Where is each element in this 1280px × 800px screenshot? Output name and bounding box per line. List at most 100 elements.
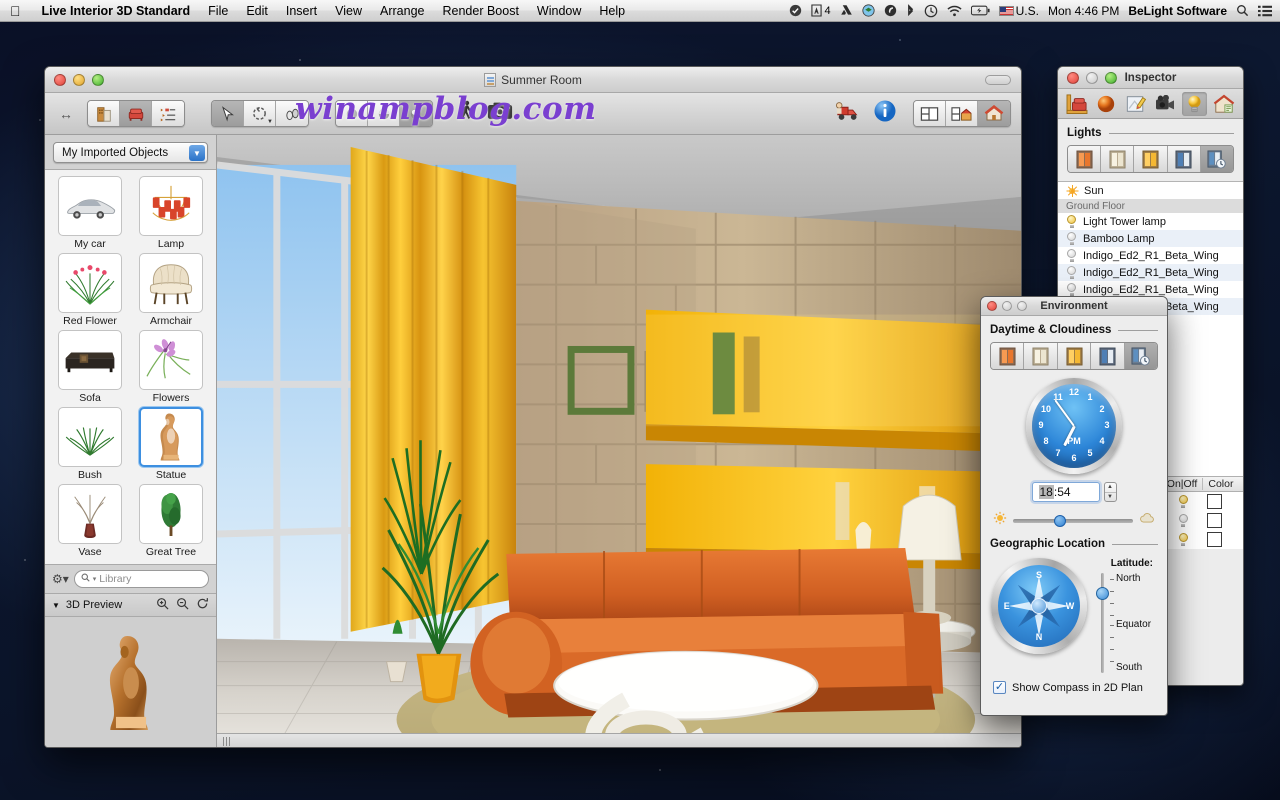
environment-titlebar[interactable]: Environment — [981, 297, 1167, 316]
library-item-sofa[interactable]: Sofa — [51, 330, 129, 404]
bulb-on-icon[interactable] — [1163, 533, 1203, 546]
google-drive-icon[interactable] — [840, 4, 853, 17]
list-item[interactable]: Indigo_Ed2_R1_Beta_Wing — [1058, 264, 1243, 281]
library-item-great-tree[interactable]: Great Tree — [132, 484, 210, 558]
light-preset-evening-icon[interactable] — [1134, 146, 1168, 172]
daytime-night-icon[interactable] — [1091, 343, 1125, 369]
list-item[interactable]: Indigo_Ed2_R1_Beta_Wing — [1058, 247, 1243, 264]
object-tab-icon[interactable] — [1064, 92, 1089, 116]
dropbox-icon[interactable] — [862, 4, 875, 17]
timemachine-icon[interactable] — [924, 4, 938, 18]
bulb-off-icon[interactable] — [1066, 232, 1077, 245]
plan-view-icon[interactable] — [914, 101, 946, 126]
list-item[interactable]: Light Tower lamp — [1058, 213, 1243, 230]
time-stepper[interactable]: ▲ ▼ — [1103, 482, 1117, 502]
bulb-off-icon[interactable] — [1066, 266, 1077, 279]
color-swatch[interactable] — [1203, 513, 1243, 528]
show-compass-row[interactable]: ✓ Show Compass in 2D Plan — [981, 673, 1167, 694]
light-tab-icon[interactable] — [1182, 91, 1208, 116]
inspector-titlebar[interactable]: Inspector — [1058, 67, 1243, 89]
color-swatch[interactable] — [1203, 494, 1243, 509]
wifi-icon[interactable] — [947, 5, 962, 17]
material-tab-icon[interactable] — [1094, 92, 1119, 116]
list-icon[interactable] — [1258, 5, 1272, 17]
latitude-knob[interactable] — [1096, 587, 1109, 600]
chevron-down-icon[interactable]: ▼ — [189, 145, 205, 161]
table-column-onoff[interactable]: On|Off — [1162, 478, 1204, 490]
battery-icon[interactable] — [970, 5, 990, 16]
color-swatch[interactable] — [1203, 532, 1243, 547]
time-input[interactable]: 18:54 — [1031, 482, 1100, 502]
library-item-lamp[interactable]: Lamp — [132, 176, 210, 250]
time-hours[interactable]: 18 — [1038, 485, 1054, 499]
daytime-sunny-icon[interactable] — [1057, 343, 1092, 369]
search-input[interactable]: ▾ Library — [73, 570, 209, 588]
site-tab-icon[interactable] — [1212, 92, 1237, 116]
menu-render-boost[interactable]: Render Boost — [433, 0, 527, 22]
bulb-on-icon[interactable] — [1163, 495, 1203, 508]
compass-icon[interactable]: S N E W — [991, 558, 1087, 654]
viewport-resize-grip[interactable] — [223, 737, 232, 746]
menu-file[interactable]: File — [199, 0, 237, 22]
bluetooth-icon[interactable] — [906, 3, 915, 18]
zoom-in-icon[interactable] — [156, 597, 169, 613]
evernote-icon[interactable] — [884, 4, 897, 17]
building-icon[interactable] — [88, 101, 120, 126]
preview-3d-canvas[interactable] — [45, 617, 216, 747]
window-titlebar[interactable]: Summer Room — [45, 67, 1021, 93]
bulb-off-icon[interactable] — [1066, 283, 1077, 296]
gear-icon[interactable]: ⚙▾ — [52, 572, 69, 586]
library-item-my-car[interactable]: My car — [51, 176, 129, 250]
list-item[interactable]: Sun — [1058, 182, 1243, 199]
search-icon[interactable] — [1236, 4, 1249, 17]
edit-tab-icon[interactable] — [1123, 92, 1148, 116]
library-item-red-flower[interactable]: Red Flower — [51, 253, 129, 327]
menu-insert[interactable]: Insert — [277, 0, 326, 22]
menubar-clock[interactable]: Mon 4:46 PM — [1048, 4, 1119, 18]
bulb-off-icon[interactable] — [1163, 514, 1203, 527]
menubar-user[interactable]: BeLight Software — [1128, 4, 1227, 18]
input-source-indicator[interactable]: U.S. — [998, 4, 1039, 18]
daytime-sunrise-icon[interactable] — [991, 343, 1025, 369]
viewport-3d[interactable] — [217, 135, 1021, 747]
library-item-armchair[interactable]: Armchair — [132, 253, 210, 327]
caret-up-icon[interactable]: ▲ — [1104, 483, 1116, 493]
caret-down-icon[interactable]: ▼ — [1105, 493, 1116, 502]
furniture-icon[interactable] — [120, 101, 152, 126]
menu-view[interactable]: View — [326, 0, 371, 22]
menu-app-name[interactable]: Live Interior 3D Standard — [33, 0, 200, 22]
light-preset-night-icon[interactable] — [1167, 146, 1201, 172]
menu-help[interactable]: Help — [590, 0, 634, 22]
table-column-color[interactable]: Color — [1203, 478, 1243, 490]
rotate-icon[interactable] — [196, 597, 209, 613]
split-view-icon[interactable] — [946, 101, 978, 126]
menu-edit[interactable]: Edit — [237, 0, 277, 22]
library-item-flowers[interactable]: Flowers — [132, 330, 210, 404]
zoom-out-icon[interactable] — [176, 597, 189, 613]
checkmark-circle-icon[interactable] — [789, 4, 802, 17]
bulb-on-icon[interactable] — [1066, 215, 1077, 228]
arrow-select-icon[interactable] — [212, 101, 244, 126]
time-clock-control[interactable]: 12 1 2 3 4 5 6 7 8 9 10 11 PM — [981, 378, 1167, 474]
adobe-icon[interactable]: 4 — [811, 4, 831, 17]
light-preset-day-icon[interactable] — [1101, 146, 1135, 172]
list-outline-icon[interactable] — [152, 101, 184, 126]
search-scope-chevron-icon[interactable]: ▾ — [93, 575, 97, 583]
cloudiness-slider-track[interactable] — [1013, 514, 1133, 527]
rotate-icon[interactable]: ▼ — [244, 101, 276, 126]
cloudiness-slider-knob[interactable] — [1053, 514, 1066, 527]
camera-tab-icon[interactable] — [1153, 92, 1178, 116]
daytime-overcast-icon[interactable] — [1024, 343, 1058, 369]
list-item[interactable]: Bamboo Lamp — [1058, 230, 1243, 247]
library-item-vase[interactable]: Vase — [51, 484, 129, 558]
checkmark-icon[interactable]: ✓ — [993, 681, 1006, 694]
light-preset-sunset-icon[interactable] — [1068, 146, 1102, 172]
library-category-popup[interactable]: My Imported Objects ▼ — [53, 142, 208, 163]
bulb-off-icon[interactable] — [1066, 249, 1077, 262]
time-minutes[interactable]: 54 — [1057, 485, 1070, 499]
clock-minute-hand[interactable] — [1054, 399, 1075, 427]
latitude-slider[interactable]: North Equator South — [1095, 573, 1157, 673]
info-icon[interactable] — [873, 99, 897, 128]
apple-icon[interactable]:  — [0, 4, 33, 18]
menu-arrange[interactable]: Arrange — [371, 0, 433, 22]
